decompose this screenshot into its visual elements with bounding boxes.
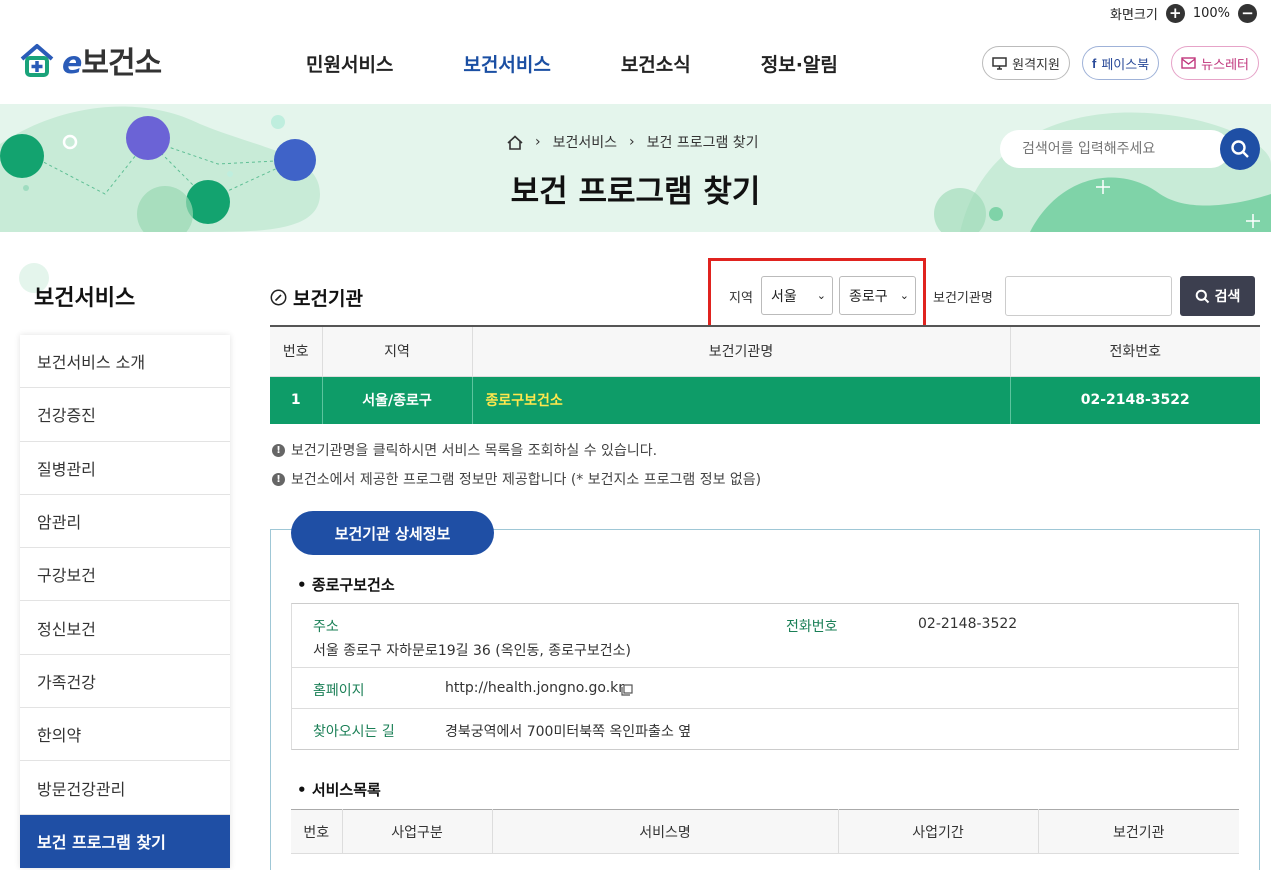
col-header: 사업구분 <box>341 809 492 854</box>
address-value: 서울 종로구 자하문로19길 36 (옥인동, 종로구보건소) <box>313 643 631 659</box>
search-button[interactable] <box>1220 128 1260 170</box>
zoom-out-button[interactable]: − <box>1238 3 1257 23</box>
info-row-homepage: 홈페이지 http://health.jongno.go.kr <box>292 668 1238 709</box>
phone-value: 02-2148-3522 <box>918 616 1018 632</box>
sidebar-menu: 보건서비스 소개 건강증진 질병관리 암관리 구강보건 정신보건 가족건강 한의… <box>20 335 230 868</box>
house-plus-icon <box>20 44 54 77</box>
info-row-address: 주소 서울 종로구 자하문로19길 36 (옥인동, 종로구보건소) 전화번호 … <box>292 604 1238 668</box>
page-title: 보건 프로그램 찾기 <box>510 174 761 210</box>
col-header: 서비스명 <box>491 809 838 854</box>
breadcrumb: › 보건서비스 › 보건 프로그램 찾기 <box>507 132 759 152</box>
chevron-down-icon: ⌄ <box>816 289 826 302</box>
section-title: 보건기관 <box>270 284 363 311</box>
sidebar-item-health-promotion[interactable]: 건강증진 <box>20 388 230 442</box>
services-heading: • 서비스목록 <box>297 781 381 799</box>
notice-line: ! 보건기관명을 클릭하시면 서비스 목록을 조회하실 수 있습니다. <box>272 440 657 460</box>
org-name-heading: • 종로구보건소 <box>297 576 395 594</box>
newsletter-button[interactable]: 뉴스레터 <box>1171 46 1259 80</box>
chevron-right-icon: › <box>629 134 635 150</box>
services-table: 번호 사업구분 서비스명 사업기간 보건기관 <box>291 809 1239 854</box>
col-header: 번호 <box>291 809 342 854</box>
col-header: 보건기관명 <box>471 326 1010 377</box>
info-row-directions: 찾아오시는 길 경북궁역에서 700미터북쪽 옥인파출소 옆 <box>292 709 1238 749</box>
pencil-circle-icon <box>270 289 287 306</box>
health-org-table: 번호 지역 보건기관명 전화번호 1 서울/종로구 종로구보건소 02-2148… <box>270 325 1260 424</box>
col-header: 번호 <box>270 326 322 377</box>
page-banner: › 보건서비스 › 보건 프로그램 찾기 보건 프로그램 찾기 <box>0 104 1271 232</box>
logo-text: e보건소 <box>62 46 162 81</box>
monitor-icon <box>992 56 1007 70</box>
site-logo[interactable]: e보건소 <box>18 38 162 82</box>
search-input[interactable] <box>1000 130 1230 168</box>
site-header: e보건소 민원서비스 보건서비스 보건소식 정보·알림 원격지원 f 페이스북 … <box>0 26 1271 104</box>
org-info-table: 주소 서울 종로구 자하문로19길 36 (옥인동, 종로구보건소) 전화번호 … <box>291 603 1239 750</box>
facebook-button[interactable]: f 페이스북 <box>1081 46 1160 80</box>
chevron-right-icon: › <box>535 134 541 150</box>
row-number: 1 <box>270 376 322 424</box>
city-select[interactable]: 서울 ⌄ <box>761 276 833 315</box>
facebook-icon: f <box>1091 55 1097 71</box>
col-header: 지역 <box>321 326 472 377</box>
col-header: 보건기관 <box>1037 809 1239 854</box>
col-header: 전화번호 <box>1009 326 1260 377</box>
sidebar-item-disease[interactable]: 질병관리 <box>20 442 230 495</box>
sidebar-item-program-finder[interactable]: 보건 프로그램 찾기 <box>20 814 230 868</box>
utility-bar: 화면크기 + 100% − <box>1110 0 1257 26</box>
sidebar-item-visit[interactable]: 방문건강관리 <box>20 761 230 815</box>
zoom-in-button[interactable]: + <box>1165 3 1185 23</box>
new-window-icon[interactable] <box>621 684 633 696</box>
region-label: 지역 <box>729 291 753 306</box>
col-header: 사업기간 <box>837 809 1038 854</box>
address-label: 주소 <box>313 619 339 635</box>
breadcrumb-item[interactable]: 보건 프로그램 찾기 <box>647 132 759 152</box>
exclamation-icon: ! <box>272 472 285 486</box>
sidebar-title: 보건서비스 <box>34 286 136 311</box>
search-icon <box>1231 140 1249 158</box>
search-icon <box>1195 289 1209 303</box>
notice-line: ! 보건소에서 제공한 프로그램 정보만 제공합니다 (* 보건지소 프로그램 … <box>272 469 761 489</box>
district-select[interactable]: 종로구 ⌄ <box>839 276 916 315</box>
nav-info-notice[interactable]: 정보·알림 <box>761 50 838 77</box>
homepage-link[interactable]: http://health.jongno.go.kr <box>445 680 624 696</box>
exclamation-icon: ! <box>272 443 285 457</box>
sidebar-item-cancer[interactable]: 암관리 <box>20 495 230 549</box>
nav-health-service[interactable]: 보건서비스 <box>463 50 550 77</box>
external-links: 원격지원 f 페이스북 뉴스레터 <box>982 46 1259 80</box>
mail-icon <box>1181 57 1196 69</box>
directions-value: 경북궁역에서 700미터북쪽 옥인파출소 옆 <box>445 724 692 740</box>
sidebar-item-oriental[interactable]: 한의약 <box>20 708 230 762</box>
nav-health-news[interactable]: 보건소식 <box>621 50 691 77</box>
main-nav: 민원서비스 보건서비스 보건소식 정보·알림 <box>306 50 908 77</box>
chevron-down-icon: ⌄ <box>899 289 909 302</box>
org-name-input[interactable] <box>1005 276 1172 316</box>
sidebar-item-mental[interactable]: 정신보건 <box>20 601 230 655</box>
row-region: 서울/종로구 <box>321 376 472 424</box>
table-row[interactable]: 1 서울/종로구 종로구보건소 02-2148-3522 <box>270 376 1260 424</box>
filter-search-button[interactable]: 검색 <box>1180 276 1255 316</box>
phone-label: 전화번호 <box>786 619 838 635</box>
directions-label: 찾아오시는 길 <box>313 724 395 740</box>
homepage-label: 홈페이지 <box>313 683 365 699</box>
site-search <box>1000 128 1260 170</box>
sidebar-item-family[interactable]: 가족건강 <box>20 655 230 709</box>
detail-tab[interactable]: 보건기관 상세정보 <box>291 511 494 555</box>
nav-civil-service[interactable]: 민원서비스 <box>306 50 393 77</box>
row-phone: 02-2148-3522 <box>1009 376 1260 424</box>
zoom-level: 100% <box>1192 5 1230 21</box>
remote-support-button[interactable]: 원격지원 <box>982 46 1070 80</box>
home-icon[interactable] <box>507 134 523 150</box>
screen-size-label: 화면크기 <box>1109 7 1158 23</box>
org-name-label: 보건기관명 <box>933 291 993 306</box>
sidebar-item-intro[interactable]: 보건서비스 소개 <box>20 335 230 389</box>
row-org-name-link[interactable]: 종로구보건소 <box>471 376 1010 424</box>
sidebar-item-oral[interactable]: 구강보건 <box>20 548 230 602</box>
breadcrumb-item[interactable]: 보건서비스 <box>553 132 617 152</box>
